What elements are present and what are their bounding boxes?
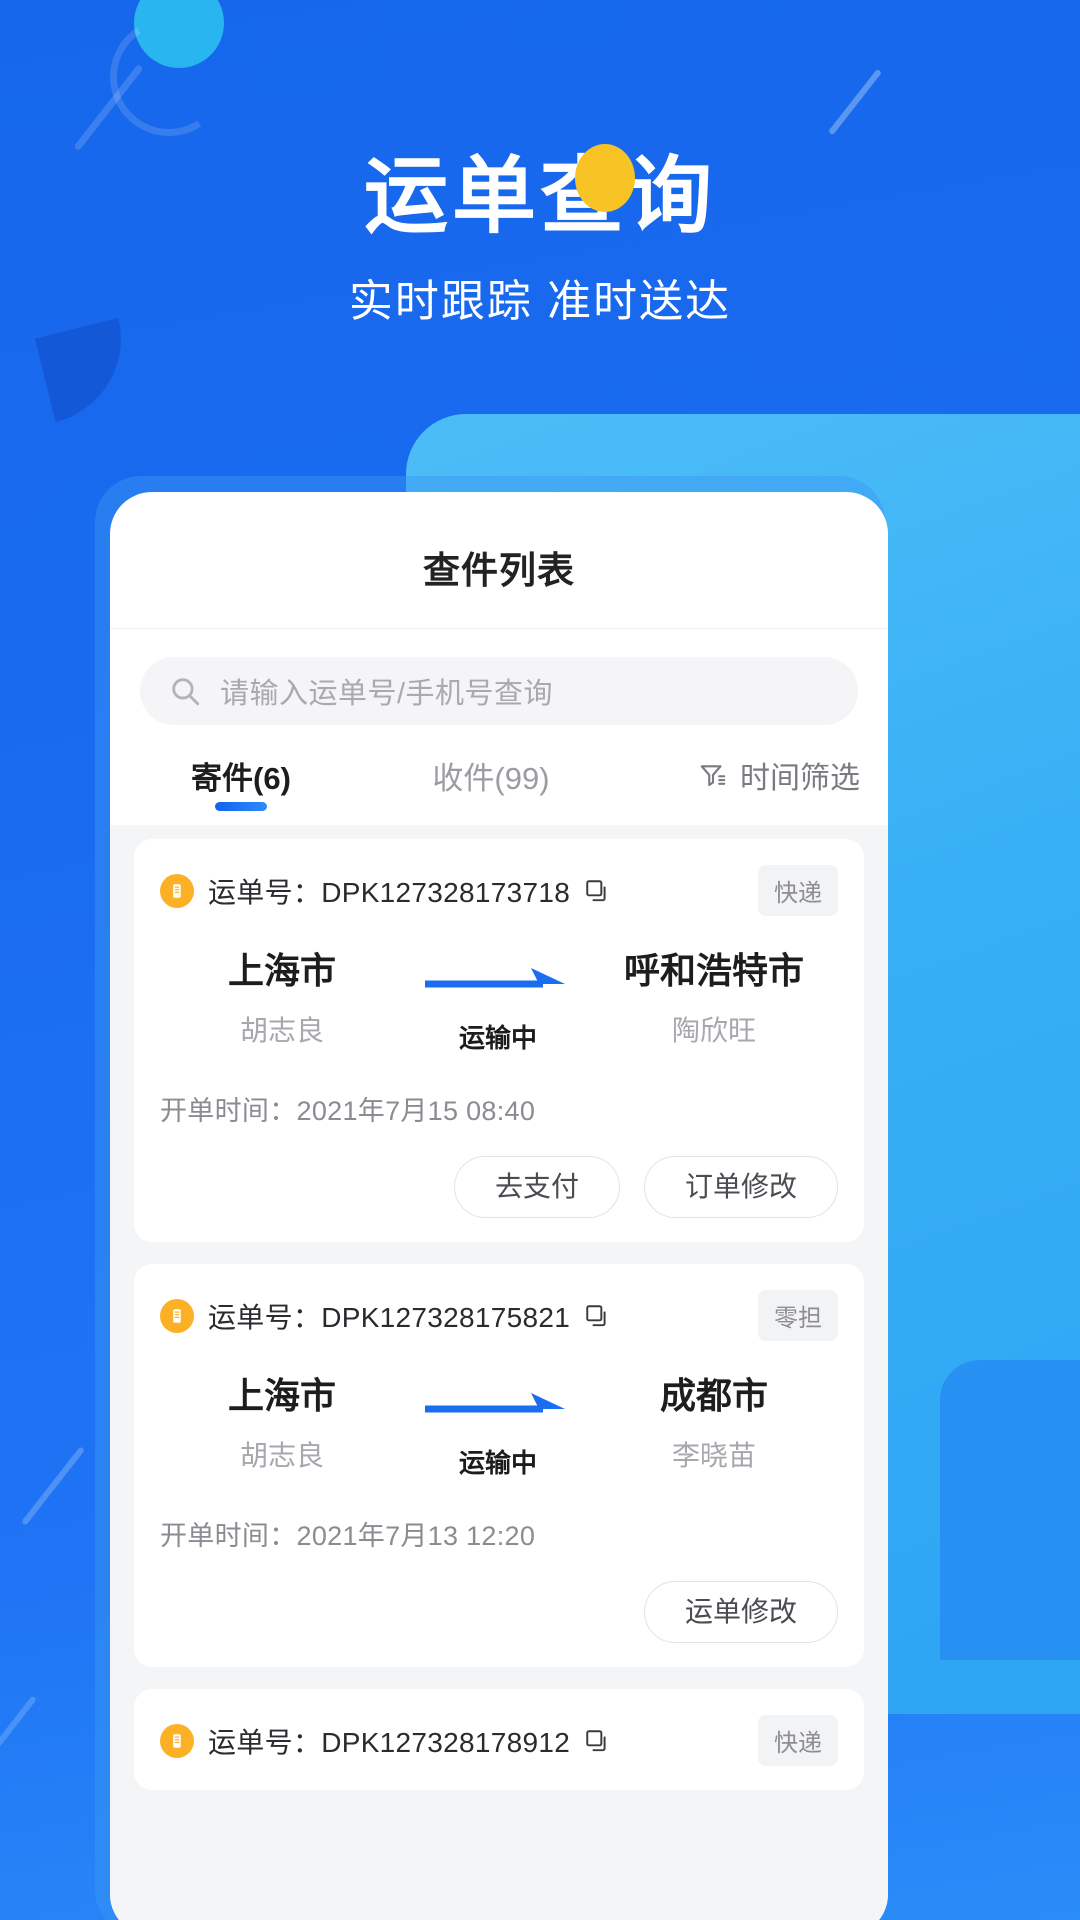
page-title: 运单查询 bbox=[363, 149, 716, 243]
search-section: 请输入运单号/手机号查询 bbox=[110, 629, 888, 725]
destination-person: 陶欣旺 bbox=[671, 1015, 756, 1047]
order-status: 运输中 bbox=[458, 1448, 537, 1478]
document-icon bbox=[160, 873, 194, 908]
route-middle: 运输中 bbox=[398, 950, 598, 1055]
destination-city: 成都市 bbox=[659, 1375, 768, 1416]
origin-person: 胡志良 bbox=[239, 1015, 324, 1047]
order-status: 运输中 bbox=[458, 1023, 537, 1053]
filter-funnel-icon bbox=[698, 760, 728, 790]
order-time: 开单时间：2021年7月13 12:20 bbox=[160, 1521, 536, 1551]
order-number: 运单号：DPK127328178912 bbox=[208, 1726, 571, 1758]
destination-city: 呼和浩特市 bbox=[623, 950, 804, 991]
origin-person: 胡志良 bbox=[239, 1440, 324, 1472]
table-row[interactable]: 运单号：DPK127328173718 快递 上海市 胡志良 运输中 呼和浩特市… bbox=[134, 839, 864, 1242]
order-route: 上海市 胡志良 运输中 成都市 李晓苗 bbox=[160, 1375, 838, 1480]
query-panel: 查件列表 请输入运单号/手机号查询 寄件(6) 收件(99) 时间筛选 运单号：… bbox=[110, 492, 888, 1920]
tab-received-label: 收件(99) bbox=[432, 760, 550, 796]
pay-button[interactable]: 去支付 bbox=[453, 1156, 620, 1218]
table-row[interactable]: 运单号：DPK127328178912 快递 bbox=[134, 1689, 864, 1790]
order-time: 开单时间：2021年7月15 08:40 bbox=[160, 1096, 536, 1126]
destination-person: 李晓苗 bbox=[671, 1440, 756, 1472]
route-destination: 呼和浩特市 陶欣旺 bbox=[598, 950, 830, 1049]
order-header: 运单号：DPK127328178912 快递 bbox=[160, 1715, 838, 1766]
route-middle: 运输中 bbox=[398, 1375, 598, 1480]
order-actions: 去支付 订单修改 bbox=[160, 1156, 838, 1218]
table-row[interactable]: 运单号：DPK127328175821 零担 上海市 胡志良 运输中 成都市 李… bbox=[134, 1264, 864, 1667]
decor-halfmoon bbox=[34, 317, 140, 423]
tab-received[interactable]: 收件(99) bbox=[366, 725, 616, 825]
copy-icon[interactable] bbox=[584, 878, 610, 904]
decor-slash-lower-left-2 bbox=[0, 1695, 37, 1755]
order-list[interactable]: 运单号：DPK127328173718 快递 上海市 胡志良 运输中 呼和浩特市… bbox=[110, 825, 888, 1920]
order-number: 运单号：DPK127328173718 bbox=[208, 876, 571, 908]
arrow-right-icon bbox=[398, 950, 598, 996]
tab-active-indicator bbox=[215, 802, 267, 811]
time-filter-button[interactable]: 时间筛选 bbox=[698, 753, 860, 797]
arrow-right-icon bbox=[398, 1375, 598, 1421]
origin-city: 上海市 bbox=[227, 950, 336, 991]
order-header: 运单号：DPK127328173718 快递 bbox=[160, 865, 838, 916]
tab-bar: 寄件(6) 收件(99) 时间筛选 bbox=[110, 725, 888, 825]
status-badge: 零担 bbox=[758, 1290, 838, 1341]
tab-sent-label: 寄件(6) bbox=[191, 760, 291, 796]
route-destination: 成都市 李晓苗 bbox=[598, 1375, 830, 1474]
edit-waybill-button[interactable]: 运单修改 bbox=[643, 1581, 838, 1643]
time-filter-label: 时间筛选 bbox=[740, 762, 860, 795]
decor-slash-lower-left bbox=[21, 1446, 85, 1526]
hero-section: 运单查询 实时跟踪 准时送达 bbox=[0, 0, 1080, 324]
decor-corner-block bbox=[940, 1360, 1080, 1660]
route-origin: 上海市 胡志良 bbox=[166, 1375, 398, 1474]
route-origin: 上海市 胡志良 bbox=[166, 950, 398, 1049]
order-actions: 运单修改 bbox=[160, 1581, 838, 1643]
order-route: 上海市 胡志良 运输中 呼和浩特市 陶欣旺 bbox=[160, 950, 838, 1055]
origin-city: 上海市 bbox=[227, 1375, 336, 1416]
order-number: 运单号：DPK127328175821 bbox=[208, 1301, 571, 1333]
document-icon bbox=[160, 1298, 194, 1333]
status-badge: 快递 bbox=[758, 1715, 838, 1766]
edit-order-button[interactable]: 订单修改 bbox=[643, 1156, 838, 1218]
order-header: 运单号：DPK127328175821 零担 bbox=[160, 1290, 838, 1341]
document-icon bbox=[160, 1723, 194, 1758]
panel-title: 查件列表 bbox=[423, 550, 575, 591]
copy-icon[interactable] bbox=[584, 1303, 610, 1329]
app-screen: 运单查询 实时跟踪 准时送达 查件列表 请输入运单号/手机号查询 寄件(6) 收… bbox=[0, 0, 1080, 1920]
tab-sent[interactable]: 寄件(6) bbox=[116, 725, 366, 825]
copy-icon[interactable] bbox=[584, 1728, 610, 1754]
search-input[interactable]: 请输入运单号/手机号查询 bbox=[220, 670, 553, 712]
search-icon bbox=[168, 674, 202, 708]
status-badge: 快递 bbox=[758, 865, 838, 916]
search-bar[interactable]: 请输入运单号/手机号查询 bbox=[140, 657, 858, 725]
page-subtitle: 实时跟踪 准时送达 bbox=[348, 277, 732, 326]
